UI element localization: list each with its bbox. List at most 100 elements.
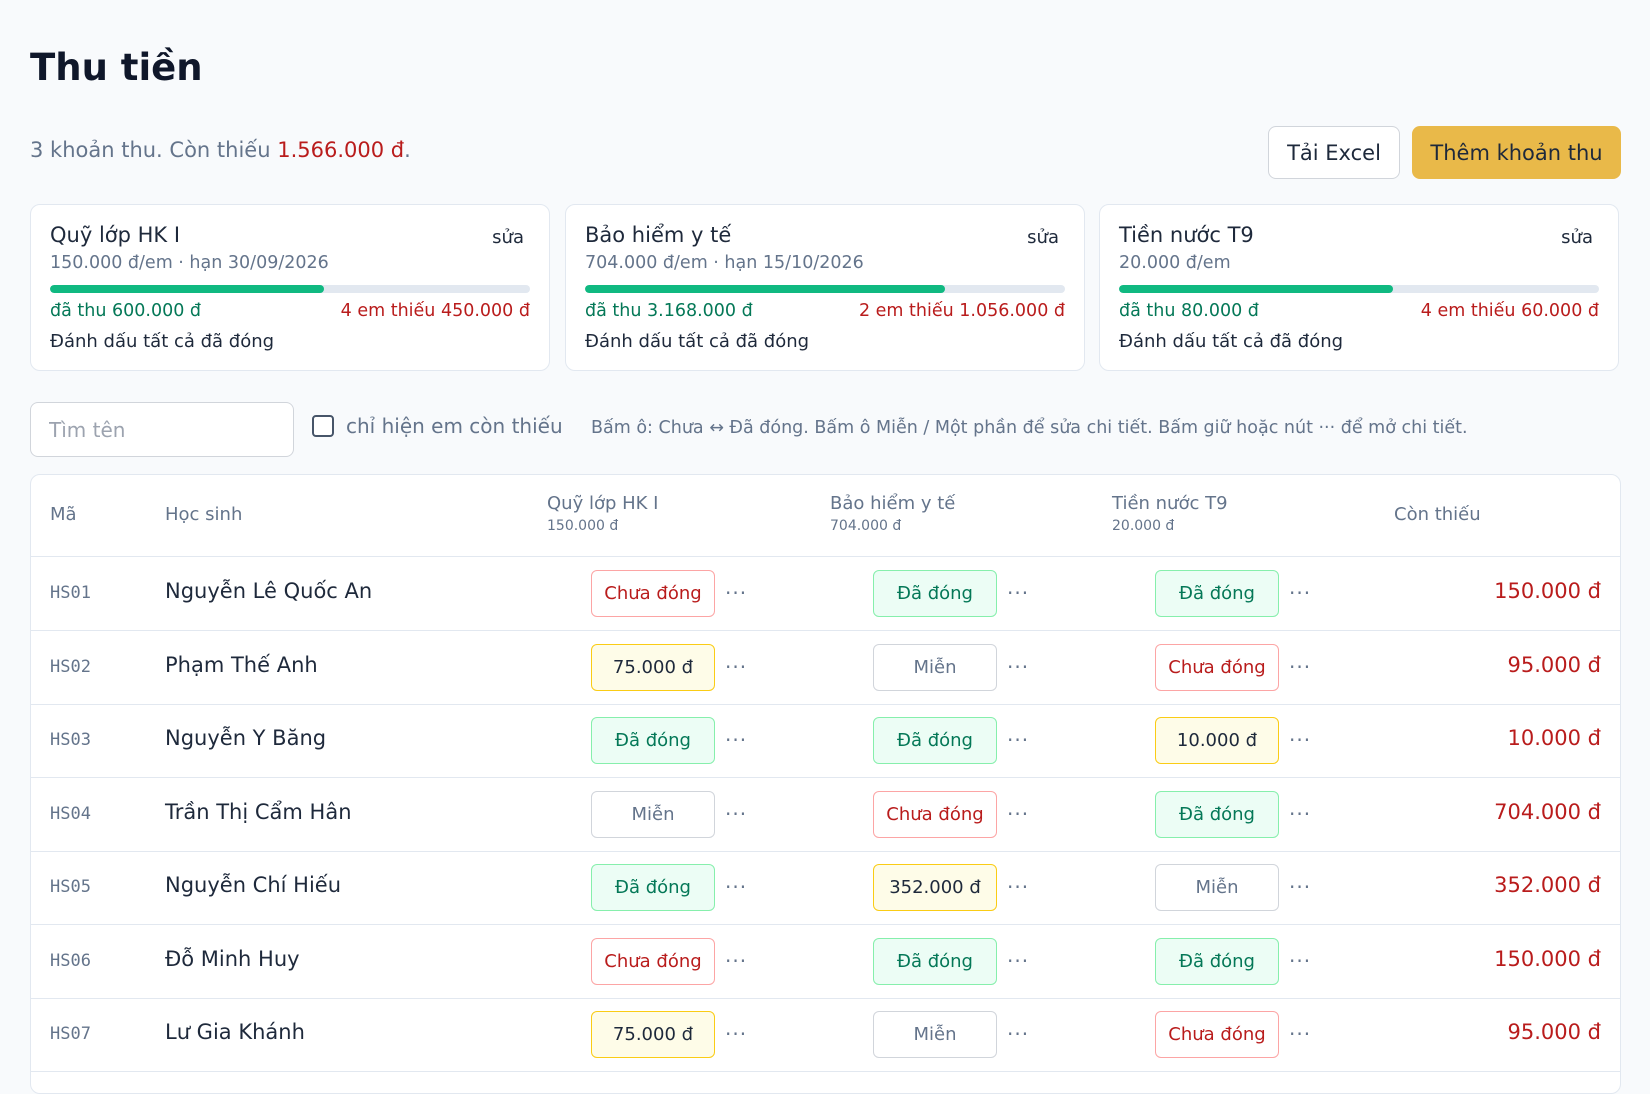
payment-status-button[interactable]: Chưa đóng: [1155, 643, 1279, 691]
column-header-fee-amount: 150.000 đ: [547, 518, 619, 534]
fee-name: Bảo hiểm y tế: [585, 223, 732, 247]
more-options-icon[interactable]: ···: [725, 802, 747, 826]
edit-fee-link[interactable]: sửa: [1027, 227, 1059, 248]
column-header-fee-name: Bảo hiểm y tế: [830, 493, 956, 514]
edit-fee-link[interactable]: sửa: [492, 227, 524, 248]
payment-status-button[interactable]: Chưa đóng: [873, 790, 997, 838]
table-row: HS04 Trần Thị Cẩm Hân Miễn ··· Chưa đóng ··· Đ…: [31, 778, 1620, 852]
fee-collected: đã thu 3.168.000 đ: [585, 301, 753, 321]
column-header-fee-name: Tiền nước T9: [1112, 493, 1228, 514]
more-options-icon[interactable]: ···: [1289, 655, 1311, 679]
student-name: Nguyễn Y Băng: [165, 726, 327, 750]
more-options-icon[interactable]: ···: [1289, 581, 1311, 605]
download-excel-button[interactable]: Tải Excel: [1268, 126, 1400, 179]
more-options-icon[interactable]: ···: [1007, 802, 1029, 826]
table-row: HS02 Phạm Thế Anh 75.000 đ ··· Miễn ··· Chưa đ…: [31, 631, 1620, 705]
mark-all-paid-link[interactable]: Đánh dấu tất cả đã đóng: [585, 331, 809, 352]
owed-amount: 10.000 đ: [1507, 726, 1602, 750]
page-title: Thu tiền: [30, 46, 203, 89]
payment-status-button[interactable]: 10.000 đ: [1155, 717, 1279, 764]
fee-meta: 20.000 đ/em: [1119, 253, 1231, 273]
more-options-icon[interactable]: ···: [725, 949, 747, 973]
student-code: HS03: [50, 730, 91, 750]
student-name: Trần Thị Cẩm Hân: [165, 799, 352, 824]
column-header-fee-amount: 704.000 đ: [830, 518, 902, 534]
payment-status-button[interactable]: Miễn: [1155, 864, 1279, 911]
fee-name: Quỹ lớp HK I: [50, 223, 181, 247]
summary-suffix: .: [404, 138, 411, 162]
fee-meta: 704.000 đ/em · hạn 15/10/2026: [585, 253, 864, 273]
payment-status-button[interactable]: Chưa đóng: [591, 570, 715, 617]
fee-progress-bar: [50, 285, 530, 293]
payment-status-button[interactable]: Miễn: [591, 790, 715, 838]
more-options-icon[interactable]: ···: [1007, 728, 1029, 752]
owed-amount: 95.000 đ: [1507, 652, 1602, 677]
fee-card: Quỹ lớp HK I sửa 150.000 đ/em · hạn 30/0…: [30, 204, 550, 371]
table-row: HS05 Nguyễn Chí Hiếu Đã đóng ··· 352.000 đ ··…: [31, 851, 1620, 925]
student-name: Nguyễn Chí Hiếu: [165, 873, 342, 897]
payment-status-button[interactable]: Đã đóng: [1155, 570, 1279, 617]
more-options-icon[interactable]: ···: [725, 655, 747, 679]
payment-status-button[interactable]: Đã đóng: [1155, 790, 1279, 838]
only-owing-checkbox[interactable]: [312, 415, 334, 437]
payment-status-button[interactable]: Chưa đóng: [591, 937, 715, 985]
table-row: HS01 Nguyễn Lê Quốc An Chưa đóng ··· Đã đóng…: [31, 557, 1620, 631]
owed-amount: 352.000 đ: [1494, 873, 1601, 897]
edit-fee-link[interactable]: sửa: [1561, 227, 1593, 248]
only-owing-label[interactable]: chỉ hiện em còn thiếu: [346, 414, 563, 438]
more-options-icon[interactable]: ···: [725, 581, 747, 605]
more-options-icon[interactable]: ···: [1007, 655, 1029, 679]
fee-name: Tiền nước T9: [1119, 223, 1254, 247]
fee-collected: đã thu 80.000 đ: [1119, 301, 1259, 321]
payment-status-button[interactable]: Đã đóng: [873, 717, 997, 764]
table-row: HS06 Đỗ Minh Huy Chưa đóng ··· Đã đóng ··· Đã …: [31, 925, 1620, 999]
fee-meta: 150.000 đ/em · hạn 30/09/2026: [50, 253, 329, 273]
more-options-icon[interactable]: ···: [1289, 949, 1311, 973]
table-row: HS07 Lư Gia Khánh 75.000 đ ··· Miễn ··· Chưa đ…: [31, 998, 1620, 1072]
column-header-fee-name: Quỹ lớp HK I: [547, 493, 659, 514]
more-options-icon[interactable]: ···: [1007, 875, 1029, 899]
payment-status-button[interactable]: 75.000 đ: [591, 643, 715, 691]
mark-all-paid-link[interactable]: Đánh dấu tất cả đã đóng: [1119, 331, 1343, 352]
more-options-icon[interactable]: ···: [725, 875, 747, 899]
column-header-student: Học sinh: [165, 504, 243, 525]
column-header-fee: Quỹ lớp HK I 150.000 đ: [547, 493, 658, 534]
more-options-icon[interactable]: ···: [1289, 728, 1311, 752]
more-options-icon[interactable]: ···: [1289, 802, 1311, 826]
fee-collected: đã thu 600.000 đ: [50, 301, 202, 321]
payment-status-button[interactable]: 75.000 đ: [591, 1011, 715, 1058]
more-options-icon[interactable]: ···: [725, 1022, 747, 1046]
more-options-icon[interactable]: ···: [1289, 1022, 1311, 1046]
payment-status-button[interactable]: Đã đóng: [873, 570, 997, 617]
payment-status-button[interactable]: Miễn: [873, 1011, 997, 1058]
summary-amount: 1.566.000 đ: [277, 138, 405, 162]
student-code: HS07: [50, 1024, 91, 1044]
payment-status-button[interactable]: Đã đóng: [1155, 937, 1279, 985]
more-options-icon[interactable]: ···: [1007, 949, 1029, 973]
payment-status-button[interactable]: Miễn: [873, 643, 997, 691]
only-owing-filter[interactable]: chỉ hiện em còn thiếu: [312, 414, 563, 438]
student-code: HS06: [50, 950, 91, 971]
column-header-fee: Tiền nước T9 20.000 đ: [1112, 493, 1228, 534]
fee-progress-fill: [1119, 285, 1393, 293]
more-options-icon[interactable]: ···: [1007, 581, 1029, 605]
payment-status-button[interactable]: Chưa đóng: [1155, 1011, 1279, 1058]
search-input[interactable]: [30, 402, 294, 457]
summary-text: 3 khoản thu. Còn thiếu 1.566.000 đ.: [30, 138, 411, 162]
student-code: HS01: [50, 583, 91, 603]
more-options-icon[interactable]: ···: [725, 728, 747, 752]
owed-amount: 704.000 đ: [1494, 799, 1601, 824]
add-fee-button[interactable]: Thêm khoản thu: [1412, 126, 1621, 179]
owed-amount: 150.000 đ: [1494, 946, 1601, 971]
payment-status-button[interactable]: 352.000 đ: [873, 864, 997, 911]
mark-all-paid-link[interactable]: Đánh dấu tất cả đã đóng: [50, 331, 274, 352]
payment-status-button[interactable]: Đã đóng: [873, 937, 997, 985]
student-name: Lư Gia Khánh: [165, 1020, 305, 1044]
more-options-icon[interactable]: ···: [1289, 875, 1311, 899]
column-header-owed: Còn thiếu: [1394, 504, 1481, 525]
more-options-icon[interactable]: ···: [1007, 1022, 1029, 1046]
payment-status-button[interactable]: Đã đóng: [591, 717, 715, 764]
column-header-fee: Bảo hiểm y tế 704.000 đ: [830, 493, 955, 534]
payment-status-button[interactable]: Đã đóng: [591, 864, 715, 911]
column-header-fee-amount: 20.000 đ: [1112, 518, 1175, 534]
